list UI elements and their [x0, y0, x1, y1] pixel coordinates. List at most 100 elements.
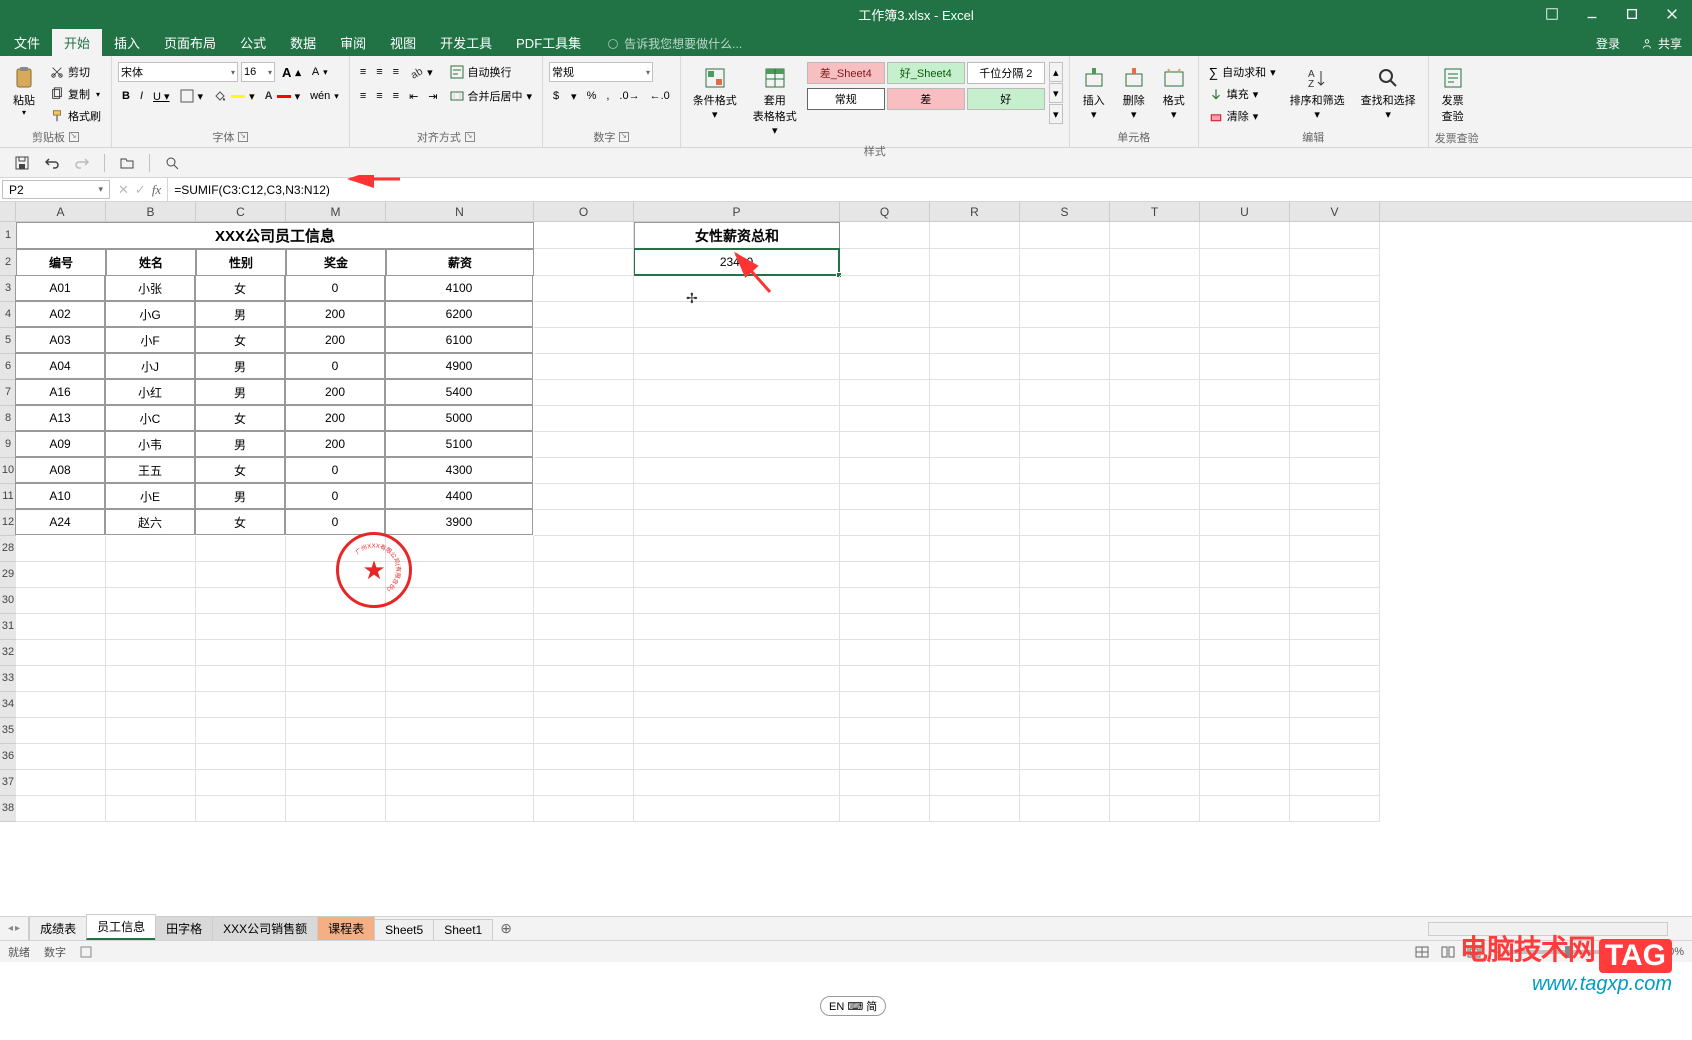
cell[interactable] [1110, 692, 1200, 718]
cell[interactable] [1290, 380, 1380, 406]
cell[interactable] [1200, 328, 1290, 354]
row-header[interactable]: 30 [0, 588, 16, 614]
cell[interactable] [1200, 510, 1290, 536]
sheet-tab[interactable]: 成绩表 [29, 916, 87, 940]
style-thousands[interactable]: 千位分隔 2 [967, 62, 1045, 84]
cell[interactable] [1110, 406, 1200, 432]
fill-color-button[interactable]: ▾ [209, 86, 259, 106]
cell[interactable] [196, 562, 286, 588]
cell[interactable] [840, 328, 930, 354]
cell[interactable] [286, 614, 386, 640]
table-cell[interactable]: 0 [285, 275, 385, 301]
align-middle-icon[interactable]: ≡ [372, 62, 386, 82]
cell[interactable] [1290, 614, 1380, 640]
cell[interactable] [840, 222, 930, 249]
cell[interactable] [1110, 770, 1200, 796]
table-cell[interactable]: A04 [15, 353, 105, 379]
cell[interactable] [534, 302, 634, 328]
format-as-table-button[interactable]: 套用 表格格式▾ [747, 62, 803, 141]
paste-button[interactable]: 粘贴▾ [6, 62, 42, 121]
cell[interactable] [106, 562, 196, 588]
save-icon[interactable] [14, 155, 30, 171]
cell[interactable] [1020, 718, 1110, 744]
style-bad[interactable]: 差_Sheet4 [807, 62, 885, 84]
cell[interactable] [930, 249, 1020, 276]
row-header[interactable]: 36 [0, 744, 16, 770]
cell[interactable] [1290, 484, 1380, 510]
cell[interactable] [1020, 536, 1110, 562]
table-cell[interactable]: A13 [15, 405, 105, 431]
cell[interactable] [534, 432, 634, 458]
align-top-icon[interactable]: ≡ [356, 62, 370, 82]
row-header[interactable]: 32 [0, 640, 16, 666]
table-cell[interactable]: 0 [285, 483, 385, 509]
cell[interactable] [386, 770, 534, 796]
style-gallery-more[interactable]: ▾ [1049, 104, 1063, 124]
decrease-indent-icon[interactable]: ⇤ [405, 86, 422, 106]
currency-button[interactable]: $▾ [549, 86, 581, 106]
conditional-format-button[interactable]: 条件格式▾ [687, 62, 743, 125]
cell[interactable] [930, 640, 1020, 666]
tab-review[interactable]: 审阅 [328, 29, 378, 56]
tab-data[interactable]: 数据 [278, 29, 328, 56]
cell[interactable] [534, 744, 634, 770]
normal-view-button[interactable] [1411, 943, 1433, 961]
table-cell[interactable]: 男 [195, 353, 285, 379]
cell[interactable] [386, 614, 534, 640]
tab-pagelayout[interactable]: 页面布局 [152, 29, 228, 56]
cell[interactable] [534, 718, 634, 744]
cell[interactable] [840, 666, 930, 692]
cell[interactable] [196, 614, 286, 640]
col-header[interactable]: C [196, 202, 286, 221]
cell[interactable] [634, 640, 840, 666]
col-header[interactable]: Q [840, 202, 930, 221]
cell[interactable] [386, 744, 534, 770]
name-box[interactable]: P2▾ [2, 180, 110, 199]
cell[interactable] [1020, 666, 1110, 692]
cell[interactable] [1200, 222, 1290, 249]
cell[interactable] [1200, 562, 1290, 588]
cell[interactable] [1020, 458, 1110, 484]
cell[interactable] [196, 640, 286, 666]
table-cell[interactable]: 200 [285, 327, 385, 353]
border-button[interactable]: ▾ [176, 86, 208, 106]
cell[interactable] [634, 484, 840, 510]
wrap-text-button[interactable]: 自动换行 [446, 62, 537, 82]
tab-home[interactable]: 开始 [52, 29, 102, 56]
table-cell[interactable]: 200 [285, 301, 385, 327]
cell[interactable] [930, 510, 1020, 536]
table-cell[interactable]: 0 [285, 509, 385, 535]
cell[interactable] [840, 718, 930, 744]
cell[interactable] [1290, 718, 1380, 744]
cell[interactable] [1290, 406, 1380, 432]
cell[interactable] [534, 562, 634, 588]
table-cell[interactable]: 小张 [105, 275, 195, 301]
cell[interactable] [1200, 249, 1290, 276]
cell[interactable] [16, 536, 106, 562]
fx-button[interactable]: fx [152, 182, 161, 198]
cell[interactable] [1200, 536, 1290, 562]
table-cell[interactable]: 5100 [385, 431, 533, 457]
table-cell[interactable]: 200 [285, 379, 385, 405]
row-header[interactable]: 10 [0, 458, 16, 484]
cell[interactable] [1020, 510, 1110, 536]
table-cell[interactable]: 女 [195, 275, 285, 301]
clear-button[interactable]: 清除 ▾ [1205, 106, 1280, 126]
cell[interactable] [534, 354, 634, 380]
col-header[interactable]: R [930, 202, 1020, 221]
tab-dev[interactable]: 开发工具 [428, 29, 504, 56]
cancel-formula-icon[interactable]: ✕ [118, 182, 129, 198]
col-header[interactable]: O [534, 202, 634, 221]
cell[interactable] [634, 510, 840, 536]
p-header-cell[interactable]: 女性薪资总和 [634, 222, 840, 249]
col-header[interactable]: T [1110, 202, 1200, 221]
table-cell[interactable]: A01 [15, 275, 105, 301]
table-cell[interactable]: 王五 [105, 457, 195, 483]
cell[interactable] [1290, 354, 1380, 380]
sheet-tab[interactable]: 田字格 [155, 916, 213, 940]
cell[interactable] [1110, 249, 1200, 276]
cell[interactable] [106, 666, 196, 692]
cell[interactable] [634, 770, 840, 796]
increase-font-icon[interactable]: A▴ [278, 62, 305, 82]
cell[interactable] [930, 666, 1020, 692]
